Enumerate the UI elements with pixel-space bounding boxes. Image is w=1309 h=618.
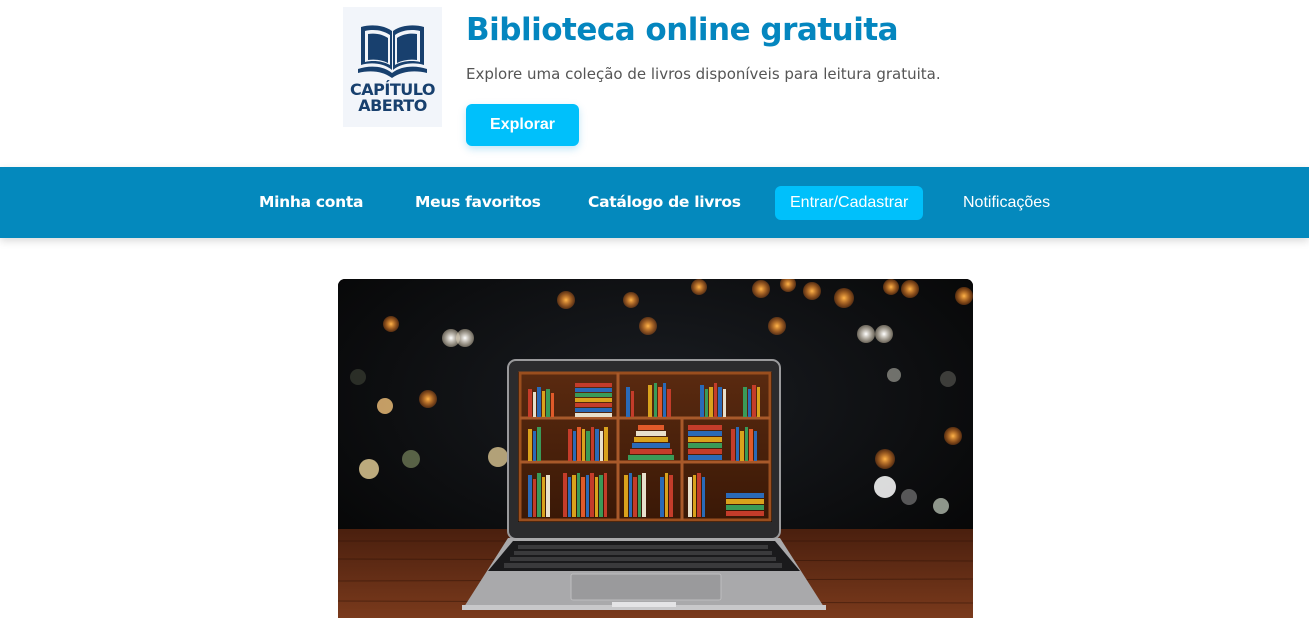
page-title: Biblioteca online gratuita <box>466 12 899 48</box>
nav-item-meus-favoritos[interactable]: Meus favoritos <box>415 167 541 238</box>
open-book-icon <box>358 25 427 78</box>
site-logo[interactable]: CAPÍTULO ABERTO <box>343 7 442 127</box>
logo-text-line2: ABERTO <box>358 96 427 115</box>
laptop-bookshelf-image <box>338 279 973 618</box>
hero-image <box>338 279 973 618</box>
page-subtitle: Explore uma coleção de livros disponívei… <box>466 65 941 83</box>
nav-item-notificacoes[interactable]: Notificações <box>963 167 1050 238</box>
main-nav: Minha conta Meus favoritos Catálogo de l… <box>0 167 1309 238</box>
nav-item-entrar-cadastrar[interactable]: Entrar/Cadastrar <box>775 186 924 220</box>
nav-item-minha-conta[interactable]: Minha conta <box>259 167 363 238</box>
explore-button[interactable]: Explorar <box>466 104 579 146</box>
nav-item-catalogo[interactable]: Catálogo de livros <box>588 167 741 238</box>
site-header: CAPÍTULO ABERTO Biblioteca online gratui… <box>0 0 1309 167</box>
